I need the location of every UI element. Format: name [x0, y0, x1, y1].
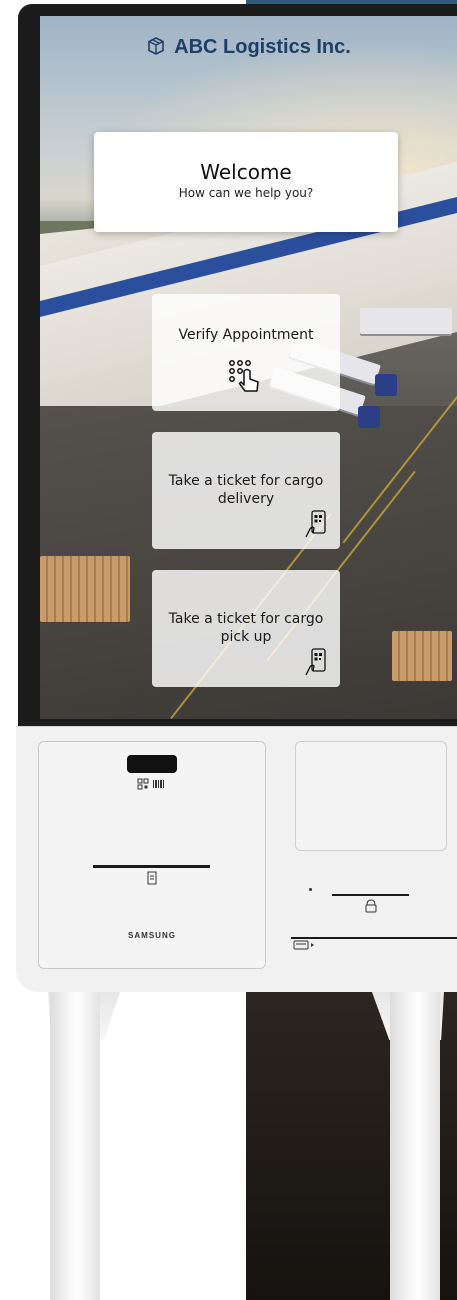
verify-appointment-button[interactable]: Verify Appointment: [152, 294, 340, 411]
welcome-title: Welcome: [200, 160, 292, 184]
samsung-logo: SAMSUNG: [128, 931, 176, 940]
indicator-dot: [309, 888, 312, 891]
cargo-pickup-label: Take a ticket for cargo pick up: [168, 611, 324, 645]
pallet-stack: [40, 556, 130, 622]
stand-leg-right: [390, 992, 440, 1300]
verify-appointment-label: Verify Appointment: [178, 327, 314, 343]
keypad-touch-icon: [229, 360, 259, 392]
receipt-icon: [147, 871, 157, 885]
receipt-printer-slot: [93, 865, 210, 868]
truck-cab: [358, 406, 380, 428]
stand-leg-left: [50, 992, 100, 1300]
company-name: ABC Logistics Inc.: [174, 36, 351, 58]
truck-cab: [375, 374, 397, 396]
company-header: ABC Logistics Inc.: [40, 36, 457, 59]
lock-icon: [365, 899, 377, 913]
cargo-pickup-ticket-button[interactable]: Take a ticket for cargo pick up: [152, 570, 340, 687]
truck-trailer: [360, 308, 452, 334]
card-insert-slot: [291, 937, 457, 939]
pallet-stack: [392, 631, 452, 681]
dispenser-slot: [332, 894, 409, 896]
card-reader-panel: [295, 741, 447, 851]
welcome-subtitle: How can we help you?: [178, 186, 314, 200]
card-insert-icon: [293, 940, 314, 950]
cargo-delivery-ticket-button[interactable]: Take a ticket for cargo delivery: [152, 432, 340, 549]
welcome-card: Welcome How can we help you?: [94, 132, 398, 232]
phone-qr-icon: [305, 510, 326, 538]
package-icon: [148, 37, 164, 55]
cargo-delivery-label: Take a ticket for cargo delivery: [168, 473, 324, 507]
barcode-scanner: [127, 755, 177, 773]
kiosk-scene: ABC Logistics Inc. Welcome How can we he…: [0, 0, 457, 1300]
phone-qr-icon: [305, 648, 326, 676]
qr-barcode-icon: [137, 778, 164, 790]
